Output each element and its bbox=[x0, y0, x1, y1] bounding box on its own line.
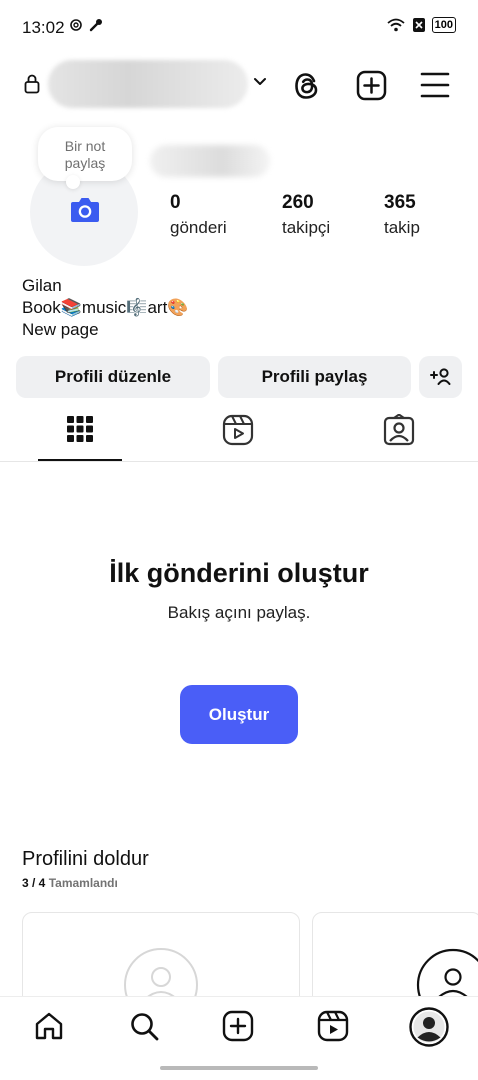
create-post-button[interactable]: Oluştur bbox=[180, 685, 298, 744]
tab-divider bbox=[0, 461, 478, 462]
bio-name: Gilan bbox=[22, 276, 62, 295]
progress-count: 3 / 4 bbox=[22, 876, 46, 890]
search-icon[interactable] bbox=[128, 1010, 160, 1042]
note-line-1: Bir not bbox=[64, 138, 106, 154]
note-bubble[interactable]: Bir not paylaş bbox=[38, 127, 132, 189]
progress-label: Tamamlandı bbox=[48, 876, 118, 890]
complete-profile-progress: 3 / 4 Tamamlandı bbox=[22, 876, 118, 890]
reels-tab-icon[interactable] bbox=[222, 414, 254, 446]
camera-icon[interactable] bbox=[69, 195, 101, 225]
wifi-icon bbox=[387, 18, 405, 32]
home-indicator bbox=[160, 1066, 318, 1070]
note-line-2: paylaş bbox=[64, 155, 106, 171]
display-name-redacted bbox=[150, 145, 270, 177]
stat-following-value: 365 bbox=[384, 192, 416, 213]
stat-posts-label: gönderi bbox=[170, 218, 227, 237]
create-post-icon[interactable] bbox=[356, 70, 387, 101]
empty-state-subtitle: Bakış açını paylaş. bbox=[167, 603, 311, 622]
stat-following[interactable]: 365 takip bbox=[384, 192, 420, 238]
lock-icon bbox=[24, 74, 40, 94]
profile-nav-icon[interactable] bbox=[409, 1007, 449, 1047]
add-person-icon bbox=[429, 368, 450, 385]
stat-followers[interactable]: 260 takipçi bbox=[282, 192, 330, 238]
complete-profile-title: Profilini doldur bbox=[22, 848, 149, 870]
threads-icon[interactable] bbox=[292, 70, 322, 102]
bio-line-2: Book📚music🎼art🎨 bbox=[22, 298, 189, 317]
status-time: 13:02 bbox=[22, 18, 65, 37]
home-icon[interactable] bbox=[33, 1010, 65, 1042]
stat-posts-value: 0 bbox=[170, 192, 181, 213]
note-bubble-tail bbox=[66, 175, 80, 189]
tagged-tab-icon[interactable] bbox=[383, 414, 415, 446]
share-profile-button[interactable]: Profili paylaş bbox=[218, 356, 411, 398]
edit-profile-button[interactable]: Profili düzenle bbox=[16, 356, 210, 398]
username-redacted[interactable] bbox=[48, 60, 248, 108]
stat-followers-value: 260 bbox=[282, 192, 314, 213]
sim-off-icon bbox=[412, 18, 425, 32]
new-post-icon[interactable] bbox=[222, 1010, 254, 1042]
status-icons-right: 100 bbox=[386, 17, 456, 33]
settings-icon bbox=[70, 19, 82, 31]
wrench-icon bbox=[89, 19, 102, 32]
bio-line-3: New page bbox=[22, 320, 99, 339]
chevron-down-icon[interactable] bbox=[252, 76, 268, 88]
stat-posts[interactable]: 0 gönderi bbox=[170, 192, 227, 238]
empty-state-title: İlk gönderini oluştur bbox=[109, 558, 369, 588]
stat-following-label: takip bbox=[384, 218, 420, 237]
discover-people-button[interactable] bbox=[419, 356, 462, 398]
reels-nav-icon[interactable] bbox=[317, 1010, 349, 1042]
status-icons-left bbox=[68, 17, 104, 33]
grid-icon[interactable] bbox=[67, 416, 93, 442]
menu-icon[interactable] bbox=[419, 70, 451, 100]
battery-indicator: 100 bbox=[431, 17, 456, 33]
stat-followers-label: takipçi bbox=[282, 218, 331, 237]
